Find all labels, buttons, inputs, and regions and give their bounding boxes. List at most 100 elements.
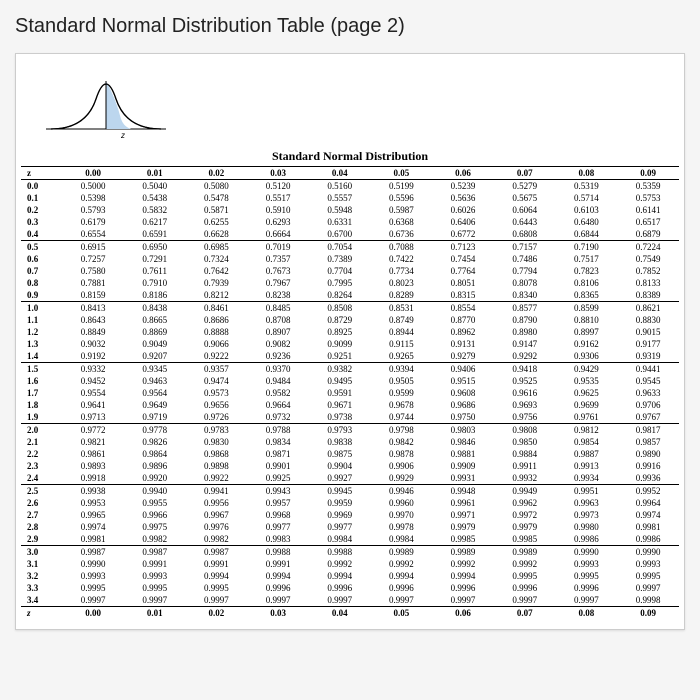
table-card: z Standard Normal Distribution z0.000.01… — [15, 53, 685, 630]
value-cell: 0.9979 — [494, 521, 556, 533]
value-cell: 0.9968 — [247, 509, 309, 521]
value-cell: 0.9236 — [247, 350, 309, 363]
footer-col: 0.00 — [62, 607, 124, 620]
value-cell: 0.9706 — [617, 399, 679, 411]
value-cell: 0.9936 — [617, 472, 679, 485]
value-cell: 0.8621 — [617, 302, 679, 315]
value-cell: 0.9726 — [186, 411, 248, 424]
value-cell: 0.6628 — [186, 228, 248, 241]
value-cell: 0.8907 — [247, 326, 309, 338]
value-cell: 0.9803 — [432, 424, 494, 437]
table-row: 0.20.57930.58320.58710.59100.59480.59870… — [21, 204, 679, 216]
value-cell: 0.6368 — [371, 216, 433, 228]
value-cell: 0.9943 — [247, 485, 309, 498]
value-cell: 0.7157 — [494, 241, 556, 254]
value-cell: 0.8869 — [124, 326, 186, 338]
z-cell: 2.8 — [21, 521, 62, 533]
value-cell: 0.5753 — [617, 192, 679, 204]
value-cell: 0.9951 — [556, 485, 618, 498]
value-cell: 0.9850 — [494, 436, 556, 448]
table-row: 0.50.69150.69500.69850.70190.70540.70880… — [21, 241, 679, 254]
value-cell: 0.9997 — [371, 594, 433, 607]
table-row: 1.20.88490.88690.88880.89070.89250.89440… — [21, 326, 679, 338]
value-cell: 0.9979 — [432, 521, 494, 533]
table-row: 1.10.86430.86650.86860.87080.87290.87490… — [21, 314, 679, 326]
value-cell: 0.8686 — [186, 314, 248, 326]
value-cell: 0.7054 — [309, 241, 371, 254]
value-cell: 0.9429 — [556, 363, 618, 376]
value-cell: 0.9982 — [124, 533, 186, 546]
value-cell: 0.5636 — [432, 192, 494, 204]
value-cell: 0.9868 — [186, 448, 248, 460]
value-cell: 0.5438 — [124, 192, 186, 204]
value-cell: 0.6293 — [247, 216, 309, 228]
value-cell: 0.9573 — [186, 387, 248, 399]
value-cell: 0.7823 — [556, 265, 618, 277]
value-cell: 0.6141 — [617, 204, 679, 216]
z-cell: 2.7 — [21, 509, 62, 521]
value-cell: 0.5478 — [186, 192, 248, 204]
value-cell: 0.9997 — [309, 594, 371, 607]
value-cell: 0.9713 — [62, 411, 124, 424]
value-cell: 0.9965 — [62, 509, 124, 521]
value-cell: 0.9881 — [432, 448, 494, 460]
value-cell: 0.7389 — [309, 253, 371, 265]
table-body: 0.00.50000.50400.50800.51200.51600.51990… — [21, 180, 679, 607]
value-cell: 0.9974 — [62, 521, 124, 533]
value-cell: 0.9998 — [617, 594, 679, 607]
value-cell: 0.8264 — [309, 289, 371, 302]
value-cell: 0.7486 — [494, 253, 556, 265]
col-header: 0.09 — [617, 167, 679, 180]
table-row: 3.20.99930.99930.99940.99940.99940.99940… — [21, 570, 679, 582]
value-cell: 0.9664 — [247, 399, 309, 411]
value-cell: 0.9441 — [617, 363, 679, 376]
value-cell: 0.8643 — [62, 314, 124, 326]
value-cell: 0.6950 — [124, 241, 186, 254]
value-cell: 0.8315 — [432, 289, 494, 302]
value-cell: 0.9515 — [432, 375, 494, 387]
value-cell: 0.9641 — [62, 399, 124, 411]
value-cell: 0.8340 — [494, 289, 556, 302]
value-cell: 0.9971 — [432, 509, 494, 521]
footer-col: 0.02 — [186, 607, 248, 620]
value-cell: 0.8925 — [309, 326, 371, 338]
value-cell: 0.9808 — [494, 424, 556, 437]
value-cell: 0.9991 — [186, 558, 248, 570]
z-cell: 2.0 — [21, 424, 62, 437]
z-cell: 2.1 — [21, 436, 62, 448]
value-cell: 0.9918 — [62, 472, 124, 485]
value-cell: 0.9525 — [494, 375, 556, 387]
value-cell: 0.8508 — [309, 302, 371, 315]
value-cell: 0.7517 — [556, 253, 618, 265]
table-row: 3.40.99970.99970.99970.99970.99970.99970… — [21, 594, 679, 607]
value-cell: 0.7224 — [617, 241, 679, 254]
value-cell: 0.9838 — [309, 436, 371, 448]
value-cell: 0.8599 — [556, 302, 618, 315]
value-cell: 0.5910 — [247, 204, 309, 216]
value-cell: 0.9992 — [494, 558, 556, 570]
value-cell: 0.6406 — [432, 216, 494, 228]
value-cell: 0.6772 — [432, 228, 494, 241]
value-cell: 0.9997 — [432, 594, 494, 607]
value-cell: 0.7580 — [62, 265, 124, 277]
value-cell: 0.6915 — [62, 241, 124, 254]
value-cell: 0.9996 — [247, 582, 309, 594]
value-cell: 0.5871 — [186, 204, 248, 216]
z-cell: 1.2 — [21, 326, 62, 338]
table-row: 2.80.99740.99750.99760.99770.99770.99780… — [21, 521, 679, 533]
value-cell: 0.9990 — [556, 546, 618, 559]
value-cell: 0.5517 — [247, 192, 309, 204]
value-cell: 0.9817 — [617, 424, 679, 437]
value-cell: 0.8729 — [309, 314, 371, 326]
value-cell: 0.9986 — [617, 533, 679, 546]
table-row: 0.70.75800.76110.76420.76730.77040.77340… — [21, 265, 679, 277]
value-cell: 0.9783 — [186, 424, 248, 437]
value-cell: 0.8749 — [371, 314, 433, 326]
value-cell: 0.9931 — [432, 472, 494, 485]
value-cell: 0.9964 — [617, 497, 679, 509]
value-cell: 0.9788 — [247, 424, 309, 437]
value-cell: 0.9953 — [62, 497, 124, 509]
value-cell: 0.9992 — [432, 558, 494, 570]
value-cell: 0.9932 — [494, 472, 556, 485]
value-cell: 0.9131 — [432, 338, 494, 350]
